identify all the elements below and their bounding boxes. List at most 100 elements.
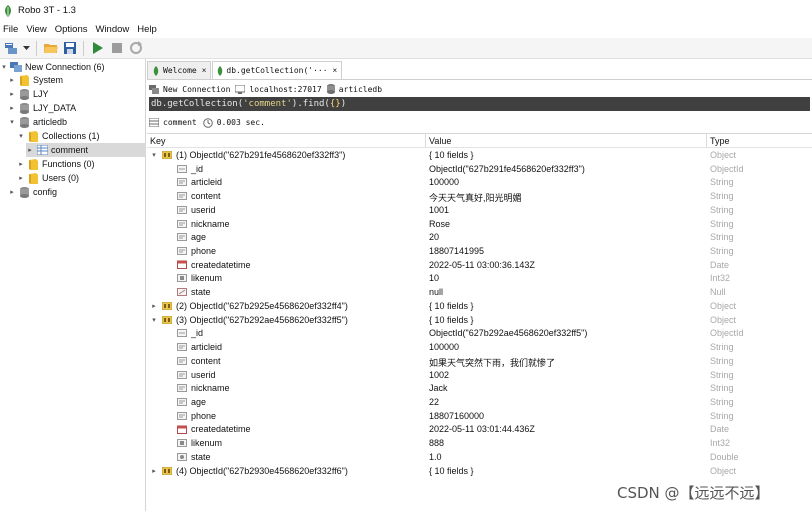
chevron-right-icon[interactable]: ▸ [26,146,34,154]
string-icon [176,233,187,242]
table-row[interactable]: phone 18807141995 String [147,245,812,259]
tree-item-ljy[interactable]: ▸ LJY [8,87,146,101]
tab-bar-divider [147,79,812,80]
tree-item-collections[interactable]: ▾ Collections (1) [17,129,146,143]
table-row[interactable]: articleid 100000 String [147,341,812,355]
table-row[interactable]: age 20 String [147,231,812,245]
chevron-right-icon[interactable]: ▸ [150,467,158,475]
refresh-icon[interactable] [128,41,143,56]
column-header-key[interactable]: Key [150,136,166,146]
chevron-down-icon[interactable]: ▾ [0,63,8,71]
tree-item-articledb[interactable]: ▾ articledb [8,115,146,129]
server-icon [149,84,159,94]
toolbar-separator [83,40,84,56]
close-icon[interactable]: × [202,66,207,75]
tree-item-system[interactable]: ▸ System [8,73,146,87]
tree-item-users[interactable]: ▸ Users (0) [17,171,146,185]
string-icon [176,411,187,420]
table-row[interactable]: _id ObjectId("627b292ae4568620ef332ff5") O… [147,327,812,341]
menu-help[interactable]: Help [133,24,161,35]
watermark: CSDN @【远远不远】 [617,484,770,502]
query-args: {} [329,99,341,109]
table-row[interactable]: userid 1001 String [147,204,812,218]
row-type: ObjectId [710,163,744,174]
row-key-label: phone [191,246,217,257]
row-type: Object [710,150,737,160]
menu-view[interactable]: View [22,24,50,35]
save-icon[interactable] [62,41,77,56]
query-editor[interactable]: db.getCollection('comment').find({}) [149,97,810,111]
chevron-right-icon[interactable]: ▸ [150,302,158,310]
table-row[interactable]: ▾ (3) ObjectId("627b292ae4568620ef332ff5"… [147,314,812,328]
tab-query[interactable]: db.getCollection('··· × [212,61,343,79]
table-row[interactable]: likenum 888 Int32 [147,437,812,451]
connection-name-label: New Connection [163,84,231,94]
tree-item-functions[interactable]: ▸ Functions (0) [17,157,146,171]
run-icon[interactable] [90,41,105,56]
table-row[interactable]: likenum 10 Int32 [147,272,812,286]
row-key: createdatetime [176,260,251,270]
table-row[interactable]: ▾ (1) ObjectId("627b291fe4568620ef332ff3"… [147,149,812,163]
open-folder-icon[interactable] [43,41,58,56]
table-row[interactable]: _id ObjectId("627b291fe4568620ef332ff3") O… [147,163,812,177]
row-type: String [710,396,734,407]
table-row[interactable]: state 1.0 Double [147,451,812,465]
dropdown-icon[interactable] [22,41,30,56]
tree-item-label: LJY_DATA [33,103,77,113]
tree-item-label: Users (0) [42,173,80,183]
column-header-value[interactable]: Value [429,136,451,146]
tree-item-ljy-data[interactable]: ▸ LJY_DATA [8,101,146,115]
row-key-label: age [191,396,207,407]
chevron-down-icon[interactable]: ▾ [8,118,16,126]
column-divider[interactable] [706,134,707,148]
close-icon[interactable]: × [333,66,338,75]
menu-bar: File View Options Window Help [0,21,812,38]
table-row[interactable]: articleid 100000 String [147,176,812,190]
leaf-icon [153,65,159,76]
stop-icon[interactable] [109,41,124,56]
table-row[interactable]: phone 18807160000 String [147,410,812,424]
chevron-right-icon[interactable]: ▸ [17,174,25,182]
table-row[interactable]: createdatetime 2022-05-11 03:01:44.436Z Da… [147,423,812,437]
menu-window[interactable]: Window [91,24,133,35]
chevron-right-icon[interactable]: ▸ [8,104,16,112]
row-type: String [710,177,734,188]
chevron-down-icon[interactable]: ▾ [150,151,158,159]
menu-file[interactable]: File [0,24,22,35]
connect-icon[interactable] [3,41,18,56]
table-row[interactable]: ▸ (4) ObjectId("627b2930e4568620ef332ff6"… [147,465,812,479]
table-row[interactable]: ▸ (2) ObjectId("627b2925e4568620ef332ff4"… [147,300,812,314]
chevron-right-icon[interactable]: ▸ [8,188,16,196]
tree-item-comment[interactable]: ▸ comment [26,143,146,157]
string-icon [176,247,187,256]
table-row[interactable]: nickname Rose String [147,218,812,232]
tab-welcome[interactable]: Welcome × [147,61,212,79]
row-value: 100000 [429,177,460,188]
row-value: 2022-05-11 03:01:44.436Z [429,424,535,435]
chevron-down-icon[interactable]: ▾ [17,132,25,140]
chevron-right-icon[interactable]: ▸ [17,160,25,168]
monitor-icon [235,84,246,94]
row-key-label: (1) ObjectId("627b291fe4568620ef332ff3") [176,150,346,160]
column-header-type[interactable]: Type [710,136,730,146]
table-row[interactable]: age 22 String [147,396,812,410]
table-row[interactable]: userid 1002 String [147,369,812,383]
table-row[interactable]: state null Null [147,286,812,300]
chevron-down-icon[interactable]: ▾ [150,316,158,324]
tree-item-new-connection[interactable]: ▾ New Connection (6) [0,60,146,74]
row-value: { 10 fields } [429,465,474,476]
int-icon [176,274,187,283]
chevron-right-icon[interactable]: ▸ [8,76,16,84]
chevron-right-icon[interactable]: ▸ [8,90,16,98]
table-row[interactable]: nickname Jack String [147,382,812,396]
string-icon [176,343,187,352]
column-divider[interactable] [425,134,426,148]
table-row[interactable]: content 今天天气真好,阳光明媚 String [147,190,812,204]
table-row[interactable]: createdatetime 2022-05-11 03:00:36.143Z Da… [147,259,812,273]
table-row[interactable]: content 如果天气突然下雨，我们就惨了 String [147,355,812,369]
tree-item-config[interactable]: ▸ config [8,185,146,199]
row-key-label: phone [191,410,217,421]
leaf-icon [218,65,223,76]
row-type: String [710,369,734,380]
menu-options[interactable]: Options [51,24,92,35]
